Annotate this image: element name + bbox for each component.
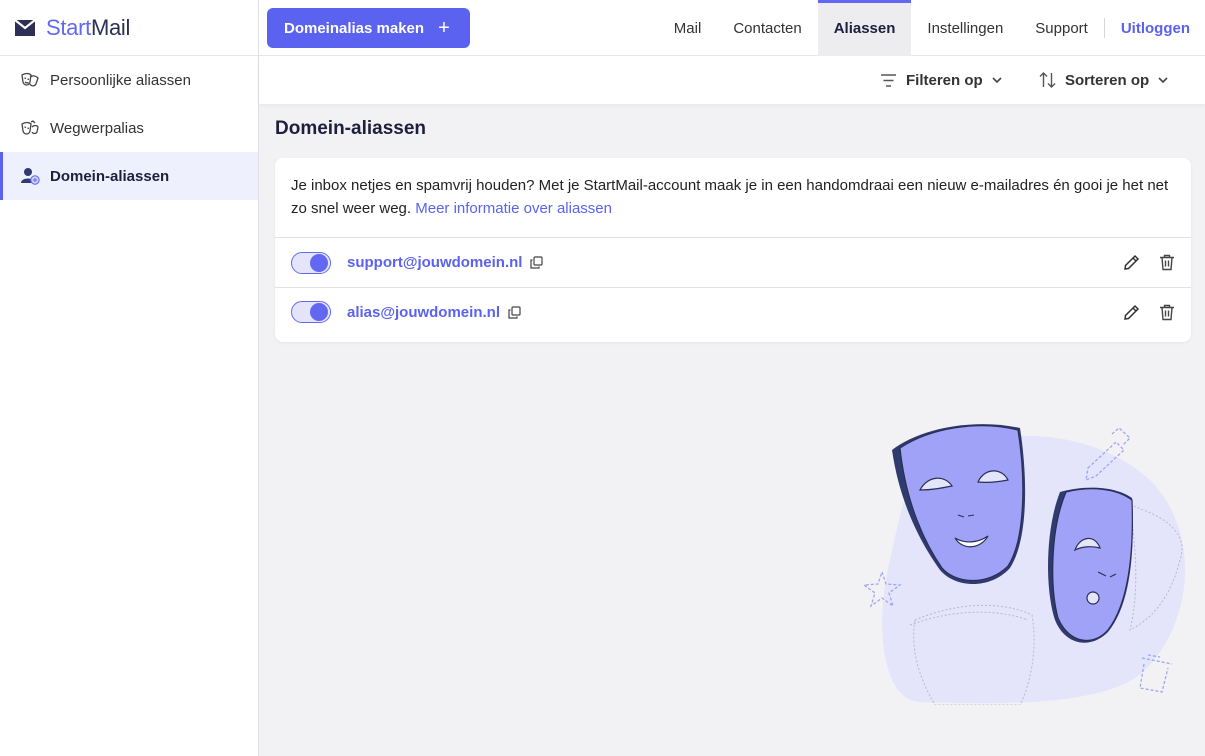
nav-aliases[interactable]: Aliassen bbox=[817, 0, 912, 56]
sort-label: Sorteren op bbox=[1065, 71, 1150, 89]
create-button-label: Domeinalias maken bbox=[284, 19, 425, 37]
list-toolbar: Filteren op Sorteren op bbox=[259, 56, 1205, 104]
toggle-knob bbox=[310, 253, 328, 272]
row-actions bbox=[1122, 288, 1175, 337]
more-info-link[interactable]: Meer informatie over aliassen bbox=[415, 200, 612, 217]
sidebar-item-personal-aliases[interactable]: Persoonlijke aliassen bbox=[0, 56, 258, 104]
pencil-icon[interactable] bbox=[1122, 253, 1141, 272]
aliases-card: Je inbox netjes en spamvrij houden? Met … bbox=[275, 158, 1191, 342]
alias-address[interactable]: support@jouwdomein.nl bbox=[347, 254, 522, 271]
alias-address[interactable]: alias@jouwdomein.nl bbox=[347, 304, 500, 321]
domain-user-icon bbox=[20, 166, 40, 186]
trash-icon[interactable] bbox=[1159, 254, 1175, 271]
filter-icon bbox=[880, 73, 897, 88]
alias-enabled-toggle[interactable] bbox=[291, 301, 331, 323]
nav-contacts[interactable]: Contacten bbox=[717, 0, 817, 56]
main-nav: Mail Contacten Aliassen Instellingen Sup… bbox=[658, 0, 1205, 56]
nav-mail[interactable]: Mail bbox=[658, 0, 718, 56]
sidebar: StartMail Persoonlijke aliassen Wegwerpa… bbox=[0, 0, 259, 756]
masks-illustration bbox=[862, 424, 1186, 705]
nav-settings[interactable]: Instellingen bbox=[911, 0, 1019, 56]
sidebar-item-disposable-alias[interactable]: Wegwerpalias bbox=[0, 104, 258, 152]
disposable-mask-icon bbox=[20, 118, 40, 138]
toggle-knob bbox=[310, 303, 328, 321]
top-navigation: Domeinalias maken + Mail Contacten Alias… bbox=[259, 0, 1205, 56]
sidebar-item-label: Wegwerpalias bbox=[50, 119, 144, 137]
nav-support[interactable]: Support bbox=[1019, 0, 1104, 56]
row-actions bbox=[1122, 238, 1175, 287]
plus-icon: + bbox=[438, 17, 450, 39]
envelope-logo-icon bbox=[14, 18, 36, 36]
sidebar-item-label: Domein-aliassen bbox=[50, 167, 170, 185]
alias-row: support@jouwdomein.nl bbox=[275, 238, 1191, 287]
chevron-down-icon bbox=[992, 76, 1002, 84]
intro-text: Je inbox netjes en spamvrij houden? Met … bbox=[275, 158, 1191, 238]
alias-enabled-toggle[interactable] bbox=[291, 251, 331, 274]
sidebar-item-label: Persoonlijke aliassen bbox=[50, 71, 191, 89]
brand-name: StartMail bbox=[46, 14, 131, 40]
sort-dropdown[interactable]: Sorteren op bbox=[1039, 56, 1168, 104]
masks-icon bbox=[20, 70, 40, 90]
trash-icon[interactable] bbox=[1159, 304, 1175, 321]
copy-icon[interactable] bbox=[530, 256, 544, 269]
filter-label: Filteren op bbox=[906, 71, 983, 89]
copy-icon[interactable] bbox=[508, 305, 521, 319]
startmail-logo[interactable]: StartMail bbox=[0, 0, 258, 56]
pencil-icon[interactable] bbox=[1122, 303, 1141, 322]
sidebar-item-domain-aliases[interactable]: Domein-aliassen bbox=[0, 152, 258, 200]
filter-dropdown[interactable]: Filteren op bbox=[880, 56, 1002, 104]
sort-icon bbox=[1039, 72, 1056, 88]
logout-link[interactable]: Uitloggen bbox=[1105, 0, 1205, 56]
page-title: Domein-aliassen bbox=[275, 118, 426, 139]
create-domain-alias-button[interactable]: Domeinalias maken + bbox=[267, 8, 470, 48]
chevron-down-icon bbox=[1158, 76, 1168, 84]
alias-row: alias@jouwdomein.nl bbox=[275, 287, 1191, 342]
